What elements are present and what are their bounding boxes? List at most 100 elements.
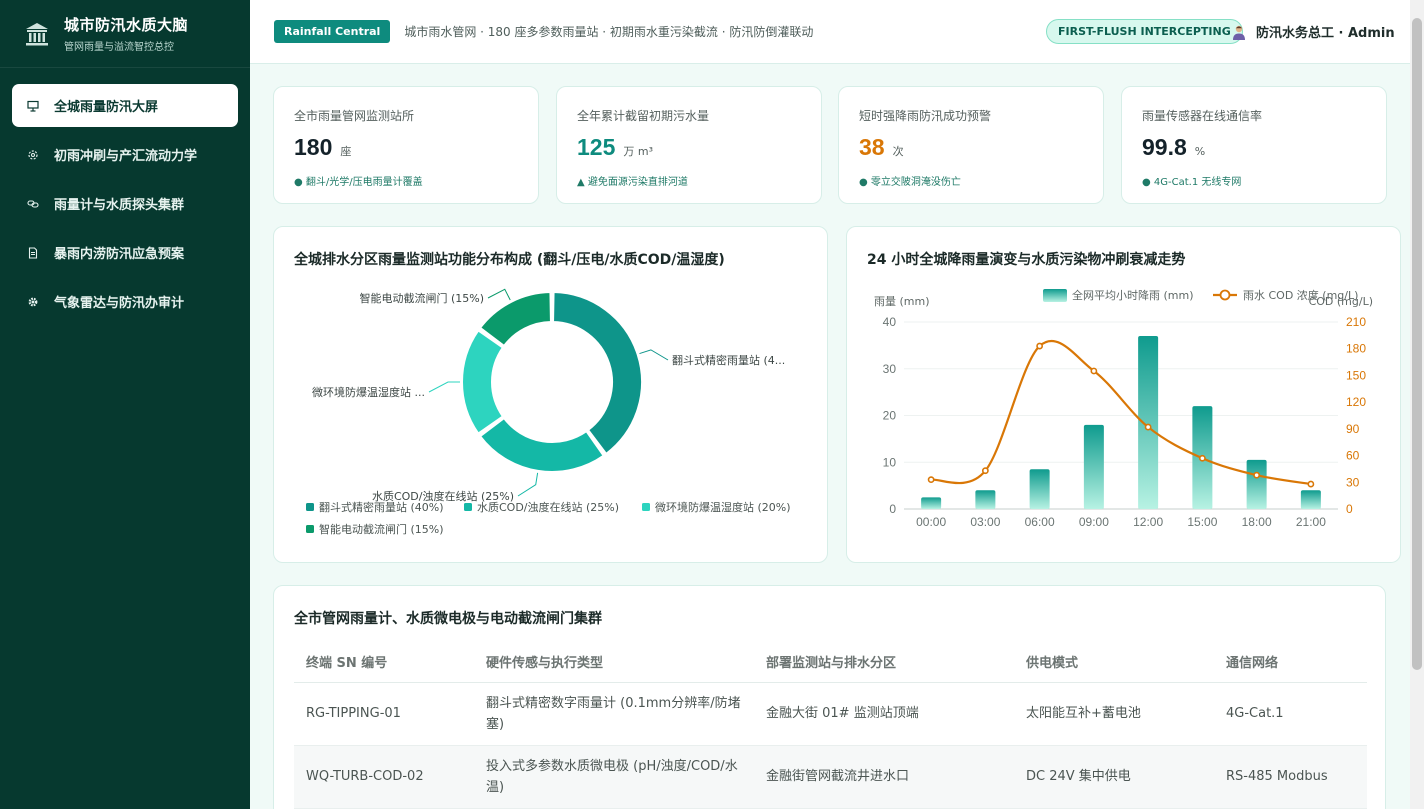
table-cell: RS-485 Modbus <box>1214 745 1367 809</box>
brand-subtitle: 管网雨量与溢流智控总控 <box>64 42 174 53</box>
trend-chart: 0102030400306090120150180210雨量 (mm) COD (… <box>874 288 1373 529</box>
sidebar-nav: 全城雨量防汛大屏 初雨冲刷与产汇流动力学 雨量计与水质探头集群 暴雨内涝防汛应急… <box>0 68 250 323</box>
table-cell: RG-TIPPING-01 <box>294 682 474 746</box>
table-cell: 太阳能互补+蓄电池 <box>1014 682 1214 746</box>
legend-label[interactable]: 水质COD/浊度在线站 (25%) <box>477 500 619 514</box>
kpi-card-warnings: 短时强降雨防汛成功预警 38 次 ● 零立交陂洞淹没伤亡 <box>838 86 1104 204</box>
kpi-unit: % <box>1194 145 1206 158</box>
sidebar-item-label: 气象雷达与防汛办审计 <box>54 296 185 311</box>
kpi-footnote: ● 零立交陂洞淹没伤亡 <box>859 177 961 188</box>
x-tick-label: 03:00 <box>970 515 1000 529</box>
sidebar-item-emergency[interactable]: 暴雨内涝防汛应急预案 <box>12 231 238 274</box>
sidebar-item-sensors[interactable]: 雨量计与水质探头集群 <box>12 182 238 225</box>
legend-swatch <box>642 503 650 511</box>
user-menu[interactable]: 防汛水务总工 · Admin <box>1232 22 1395 41</box>
kpi-footnote: ● 翻斗/光学/压电雨量计覆盖 <box>294 177 423 188</box>
donut-slice[interactable] <box>479 291 552 347</box>
sidebar-item-radar-audit[interactable]: 气象雷达与防汛办审计 <box>12 280 238 323</box>
cod-point[interactable] <box>1253 471 1261 479</box>
legend-label[interactable]: 微环境防爆温湿度站 (20%) <box>655 500 791 514</box>
column-header[interactable]: 部署监测站与排水分区 <box>754 642 1014 683</box>
institution-icon <box>26 22 48 45</box>
donut-callout-line <box>517 472 539 497</box>
kpi-value: 38 <box>859 134 885 160</box>
rainfall-bar[interactable] <box>1138 336 1159 509</box>
donut-callout-line <box>639 349 669 361</box>
y-right-tick-label: 180 <box>1346 342 1366 356</box>
user-avatar-icon <box>1233 25 1245 40</box>
column-header[interactable]: 供电模式 <box>1014 642 1214 683</box>
table-row[interactable]: WQ-TURB-COD-02 投入式多参数水质微电极 (pH/浊度/COD/水温… <box>294 745 1367 809</box>
legend-swatch-bar <box>1043 289 1067 302</box>
donut-panel: 全城排水分区雨量监测站功能分布构成 (翻斗/压电/水质COD/温湿度) 翻斗式精… <box>273 226 828 563</box>
kpi-value: 125 <box>577 134 616 160</box>
brand: 城市防汛水质大脑 管网雨量与溢流智控总控 <box>0 0 250 68</box>
table-row[interactable]: RG-TIPPING-01 翻斗式精密数字雨量计 (0.1mm分辨率/防堵塞) … <box>294 682 1367 746</box>
device-table: 终端 SN 编号 硬件传感与执行类型 部署监测站与排水分区 供电模式 通信网络 … <box>294 642 1367 809</box>
x-tick-label: 15:00 <box>1187 515 1217 529</box>
sidebar-item-label: 全城雨量防汛大屏 <box>54 100 159 115</box>
table-cell: 金融街管网截流井进水口 <box>754 745 1014 809</box>
kpi-card-stations: 全市雨量管网监测站所 180 座 ● 翻斗/光学/压电雨量计覆盖 <box>273 86 539 204</box>
kpi-footnote: ● 4G-Cat.1 无线专网 <box>1142 177 1242 188</box>
header-description: 城市雨水管网 · 180 座多参数雨量站 · 初期雨水重污染截流 · 防汛防倒灌… <box>404 25 814 39</box>
column-header[interactable]: 终端 SN 编号 <box>294 642 474 683</box>
scrollbar-thumb[interactable] <box>1412 18 1422 670</box>
gear-icon <box>26 295 40 309</box>
y-right-tick-label: 30 <box>1346 475 1360 489</box>
kpi-card-intercepted: 全年累计截留初期污水量 125 万 m³ ▲ 避免面源污染直排河道 <box>556 86 822 204</box>
column-header[interactable]: 硬件传感与执行类型 <box>474 642 754 683</box>
legend-label[interactable]: 雨水 COD 浓度 (mg/L) <box>1243 288 1358 302</box>
kpi-label: 短时强降雨防汛成功预警 <box>859 109 992 123</box>
donut-callout-label: 翻斗式精密雨量站 (4... <box>672 353 785 367</box>
column-header[interactable]: 通信网络 <box>1214 642 1367 683</box>
cod-point[interactable] <box>1144 423 1152 431</box>
cod-point[interactable] <box>1090 367 1098 375</box>
kpi-unit: 万 m³ <box>623 145 653 158</box>
x-tick-label: 09:00 <box>1079 515 1109 529</box>
cod-point[interactable] <box>1198 454 1206 462</box>
sidebar-item-first-flush[interactable]: 初雨冲刷与产汇流动力学 <box>12 133 238 176</box>
x-tick-label: 00:00 <box>916 515 946 529</box>
kpi-label: 全年累计截留初期污水量 <box>577 109 710 123</box>
legend-swatch <box>464 503 472 511</box>
presentation-icon <box>26 99 40 113</box>
table-title: 全市管网雨量计、水质微电极与电动截流闸门集群 <box>294 611 602 627</box>
legend-label[interactable]: 智能电动截流闸门 (15%) <box>319 522 444 536</box>
donut-callout-label: 微环境防爆温湿度站 ... <box>312 385 425 399</box>
table-header-row: 终端 SN 编号 硬件传感与执行类型 部署监测站与排水分区 供电模式 通信网络 <box>294 642 1367 683</box>
donut-slice[interactable] <box>461 329 504 435</box>
donut-callout-label: 智能电动截流闸门 (15%) <box>359 291 484 305</box>
kpi-unit: 次 <box>892 145 904 158</box>
kpi-footnote: ▲ 避免面源污染直排河道 <box>577 177 688 188</box>
legend-label[interactable]: 全网平均小时降雨 (mm) <box>1072 288 1194 302</box>
cod-point[interactable] <box>981 467 989 475</box>
kpi-card-online-rate: 雨量传感器在线通信率 99.8% ● 4G-Cat.1 无线专网 <box>1121 86 1387 204</box>
cod-point[interactable] <box>1307 480 1315 488</box>
rainfall-bar[interactable] <box>921 497 942 509</box>
rainfall-bar[interactable] <box>1300 490 1321 509</box>
donut-callout-line <box>487 288 511 301</box>
sidebar: 城市防汛水质大脑 管网雨量与溢流智控总控 全城雨量防汛大屏 初雨冲刷与产汇流动力… <box>0 0 250 809</box>
status-badge: FIRST-FLUSH INTERCEPTING <box>1046 19 1243 44</box>
y-right-tick-label: 0 <box>1346 502 1353 516</box>
y-right-tick-label: 150 <box>1346 368 1366 382</box>
rainfall-bar[interactable] <box>1029 469 1050 509</box>
legend-swatch-marker <box>1219 289 1231 301</box>
rainfall-bar[interactable] <box>1083 424 1104 509</box>
legend-label[interactable]: 翻斗式精密雨量站 (40%) <box>319 500 444 514</box>
donut-slice[interactable] <box>552 291 643 455</box>
kpi-value: 180 <box>294 134 333 160</box>
cod-point[interactable] <box>927 476 935 484</box>
kpi-value: 99.8 <box>1142 134 1187 160</box>
donut-slice[interactable] <box>479 417 605 473</box>
sidebar-item-dashboard[interactable]: 全城雨量防汛大屏 <box>12 84 238 127</box>
device-table-panel: 全市管网雨量计、水质微电极与电动截流闸门集群 终端 SN 编号 硬件传感与执行类… <box>273 585 1386 809</box>
sidebar-item-label: 雨量计与水质探头集群 <box>54 198 185 213</box>
rainfall-bar[interactable] <box>1246 459 1267 509</box>
x-tick-label: 06:00 <box>1025 515 1055 529</box>
scrollbar[interactable] <box>1410 0 1424 809</box>
cod-point[interactable] <box>1036 342 1044 350</box>
rainfall-bar[interactable] <box>975 490 996 509</box>
kpi-label: 雨量传感器在线通信率 <box>1142 109 1263 123</box>
